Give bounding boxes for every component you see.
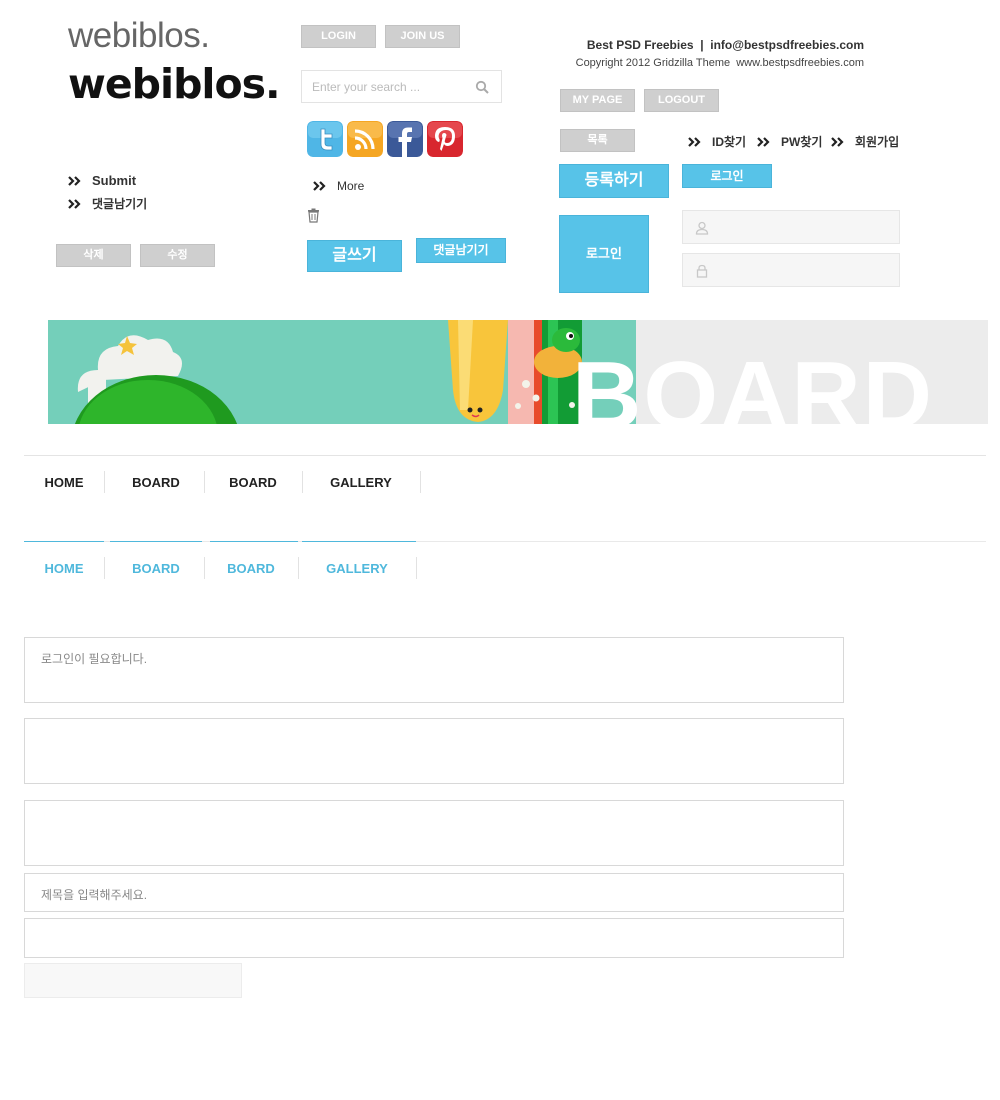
facebook-icon[interactable] xyxy=(387,121,423,157)
banner-illustration xyxy=(74,320,582,424)
search-input[interactable] xyxy=(312,79,472,95)
edit-button[interactable]: 수정 xyxy=(140,244,215,267)
nav-item-gallery[interactable]: GALLERY xyxy=(306,455,416,495)
login-submit-button[interactable]: 로그인 xyxy=(559,215,649,293)
small-input[interactable] xyxy=(24,963,242,998)
nav-item-home[interactable]: HOME xyxy=(24,541,104,581)
comment-button[interactable]: 댓글남기기 xyxy=(416,238,506,263)
twitter-icon[interactable] xyxy=(307,121,343,157)
nav-bar-dark: HOME BOARD BOARD GALLERY xyxy=(24,455,986,495)
submit-label: Submit xyxy=(92,173,137,188)
nav-separator xyxy=(104,557,105,579)
signup-label: 회원가입 xyxy=(855,135,900,149)
title-placeholder: 제목을 입력해주세요. xyxy=(41,888,148,902)
list-button[interactable]: 목록 xyxy=(560,129,635,152)
double-chevron-icon xyxy=(831,136,847,147)
logo-light[interactable]: webiblos. xyxy=(68,16,210,56)
logout-button[interactable]: LOGOUT xyxy=(644,89,719,112)
nav-separator xyxy=(204,557,205,579)
find-id-link[interactable]: ID찾기 xyxy=(688,133,746,150)
logo-bold[interactable]: webiblos. xyxy=(68,60,281,108)
double-chevron-icon xyxy=(68,175,84,186)
copyright-text: Copyright 2012 Gridzilla Theme www.bestp… xyxy=(575,57,864,69)
login-required-text: 로그인이 필요합니다. xyxy=(41,652,148,666)
find-pw-label: PW찾기 xyxy=(781,135,823,149)
leave-comment-link[interactable]: 댓글남기기 xyxy=(68,195,147,212)
search-box xyxy=(301,70,502,103)
join-us-button[interactable]: JOIN US xyxy=(385,25,460,48)
write-button[interactable]: 글쓰기 xyxy=(307,240,402,272)
more-label: More xyxy=(337,179,365,193)
rss-icon[interactable] xyxy=(347,121,383,157)
double-chevron-icon xyxy=(757,136,773,147)
nav-item-gallery[interactable]: GALLERY xyxy=(300,541,414,581)
login-button[interactable]: LOGIN xyxy=(301,25,376,48)
nav-separator xyxy=(204,471,205,493)
banner-title: BOARD xyxy=(572,342,934,425)
content-textarea-2[interactable] xyxy=(24,800,844,866)
trash-icon[interactable] xyxy=(307,208,320,223)
submit-link[interactable]: Submit xyxy=(68,173,136,188)
nav-bar-blue: HOME BOARD BOARD GALLERY xyxy=(24,541,986,581)
leave-comment-label: 댓글남기기 xyxy=(92,197,148,211)
register-button[interactable]: 등록하기 xyxy=(559,164,669,198)
text-input[interactable] xyxy=(24,918,844,958)
nav-item-home[interactable]: HOME xyxy=(24,455,104,495)
nav-separator xyxy=(302,471,303,493)
double-chevron-icon xyxy=(68,198,84,209)
password-field[interactable] xyxy=(682,253,900,287)
site-credit: Best PSD Freebies | info@bestpsdfreebies… xyxy=(586,38,864,52)
username-field[interactable] xyxy=(682,210,900,244)
delete-button[interactable]: 삭제 xyxy=(56,244,131,267)
signup-link[interactable]: 회원가입 xyxy=(831,133,899,150)
nav-item-board-2[interactable]: BOARD xyxy=(208,541,294,581)
nav-separator xyxy=(416,557,417,579)
my-page-button[interactable]: MY PAGE xyxy=(560,89,635,112)
more-link[interactable]: More xyxy=(313,179,364,193)
double-chevron-icon xyxy=(313,181,329,191)
login-small-button[interactable]: 로그인 xyxy=(682,164,772,188)
double-chevron-icon xyxy=(688,136,704,147)
lock-icon xyxy=(696,264,708,278)
nav-separator xyxy=(298,557,299,579)
find-pw-link[interactable]: PW찾기 xyxy=(757,133,822,150)
search-icon[interactable] xyxy=(475,80,489,94)
find-id-label: ID찾기 xyxy=(712,135,747,149)
content-textarea[interactable] xyxy=(24,718,844,784)
nav-item-board[interactable]: BOARD xyxy=(110,455,202,495)
title-input[interactable]: 제목을 입력해주세요. xyxy=(24,873,844,912)
comment-textarea[interactable]: 로그인이 필요합니다. xyxy=(24,637,844,703)
pinterest-icon[interactable] xyxy=(427,121,463,157)
nav-item-board-2[interactable]: BOARD xyxy=(210,455,296,495)
nav-separator xyxy=(420,471,421,493)
board-banner: BOARD xyxy=(48,320,988,424)
nav-item-board[interactable]: BOARD xyxy=(110,541,202,581)
user-icon xyxy=(695,221,709,235)
nav-separator xyxy=(104,471,105,493)
